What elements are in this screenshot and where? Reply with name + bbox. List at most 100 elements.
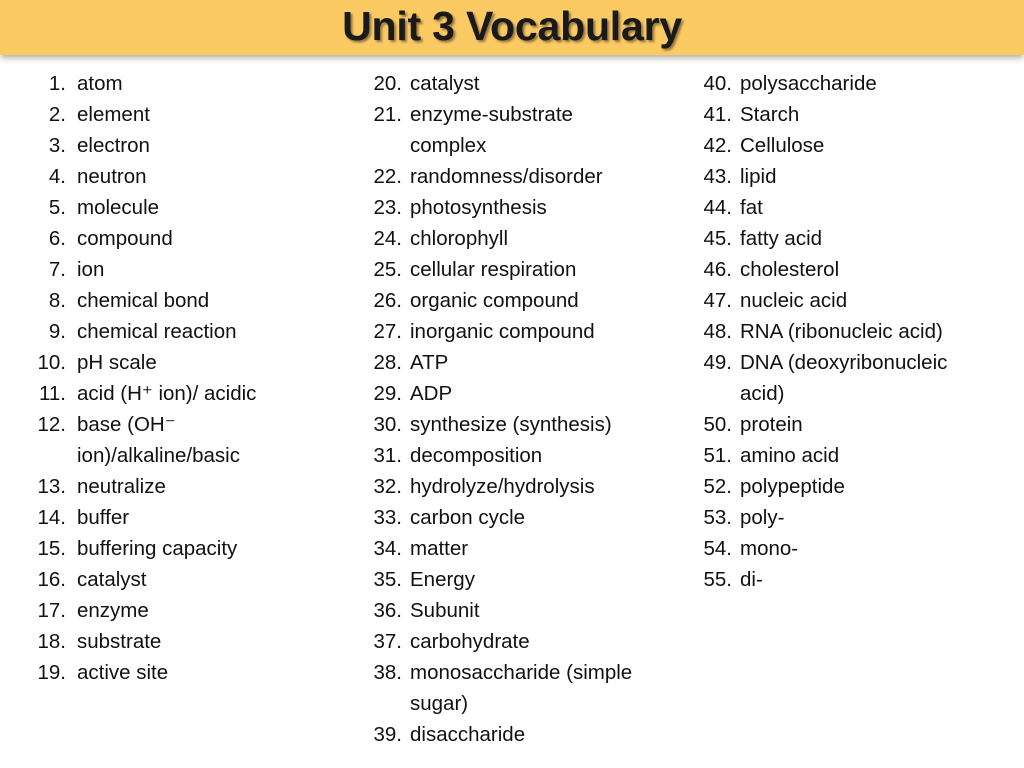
vocabulary-item: 29. ADP: [372, 378, 692, 409]
vocabulary-item-label: polysaccharide: [740, 72, 877, 95]
vocabulary-item-label: compound: [77, 227, 173, 250]
vocabulary-item-number: 27.: [373, 320, 403, 343]
vocabulary-item: 7. ion: [36, 254, 346, 285]
vocabulary-item: 30. synthesize (synthesis): [372, 409, 692, 440]
vocabulary-item-number: 19.: [37, 661, 67, 684]
vocabulary-item-label: ADP: [410, 382, 453, 405]
vocabulary-item: 53. poly-: [702, 502, 1017, 533]
vocabulary-item-label: poly-: [740, 506, 785, 529]
vocabulary-item-number: 47.: [703, 289, 733, 312]
vocabulary-item: 34. matter: [372, 533, 692, 564]
vocabulary-item-number: 42.: [703, 134, 733, 157]
vocabulary-item-number: 25.: [373, 258, 403, 281]
vocabulary-item: 35. Energy: [372, 564, 692, 595]
vocabulary-item-label: fat: [740, 196, 763, 219]
vocabulary-item: 52. polypeptide: [702, 471, 1017, 502]
vocabulary-item: 40. polysaccharide: [702, 68, 1017, 99]
vocabulary-item-number: 37.: [373, 630, 403, 653]
vocabulary-item-number: 36.: [373, 599, 403, 622]
vocabulary-item: 25. cellular respiration: [372, 254, 692, 285]
vocabulary-item-number: 31.: [373, 444, 403, 467]
vocabulary-item-label: buffer: [77, 506, 130, 529]
vocabulary-item-label: ion: [77, 258, 105, 281]
title-banner: Unit 3 Vocabulary: [0, 0, 1024, 55]
vocabulary-item: 36. Subunit: [372, 595, 692, 626]
vocabulary-item-number: 35.: [373, 568, 403, 591]
vocabulary-item: 54. mono-: [702, 533, 1017, 564]
vocabulary-item: 28. ATP: [372, 347, 692, 378]
vocabulary-item: 8. chemical bond: [36, 285, 346, 316]
vocabulary-item-number: 30.: [373, 413, 403, 436]
vocabulary-item-label: atom: [77, 72, 123, 95]
vocabulary-item-number: 6.: [48, 227, 66, 250]
vocabulary-item-number: 41.: [703, 103, 733, 126]
vocabulary-item-label: amino acid: [740, 444, 840, 467]
vocabulary-item: 32. hydrolyze/hydrolysis: [372, 471, 692, 502]
vocabulary-item-number: 48.: [703, 320, 733, 343]
vocabulary-item-number: 20.: [373, 72, 403, 95]
vocabulary-item: 46. cholesterol: [702, 254, 1017, 285]
vocabulary-item-number: 21.: [373, 103, 403, 126]
vocabulary-item-number: 10.: [37, 351, 67, 374]
vocabulary-item: 51. amino acid: [702, 440, 1017, 471]
vocabulary-item-number: 40.: [703, 72, 733, 95]
vocabulary-item-label: nucleic acid: [740, 289, 848, 312]
vocabulary-item-label: molecule: [77, 196, 160, 219]
vocabulary-item-number: 29.: [373, 382, 403, 405]
vocabulary-item-label: Starch: [740, 103, 800, 126]
vocabulary-item: 17. enzyme: [36, 595, 346, 626]
vocabulary-item-label: protein: [740, 413, 803, 436]
vocabulary-item-label: Energy: [410, 568, 475, 591]
vocabulary-item-number: 44.: [703, 196, 733, 219]
vocabulary-item: 10. pH scale: [36, 347, 346, 378]
vocabulary-item: 4. neutron: [36, 161, 346, 192]
vocabulary-item-number: 22.: [373, 165, 403, 188]
vocabulary-columns: 1. atom 2. element 3. electron 4. neutron 5. mole…: [0, 68, 1024, 768]
vocabulary-item-label: carbohydrate: [410, 630, 530, 653]
vocabulary-item-label: decomposition: [410, 444, 543, 467]
vocabulary-item-label: base (OH⁻ ion)/alkaline/basic: [77, 413, 240, 467]
vocabulary-item: 39. disaccharide: [372, 719, 692, 750]
vocabulary-item-number: 1.: [48, 72, 66, 95]
vocabulary-item-number: 9.: [48, 320, 66, 343]
vocabulary-item-label: enzyme-substrate complex: [410, 103, 573, 157]
vocabulary-item-number: 18.: [37, 630, 67, 653]
vocabulary-item: 44. fat: [702, 192, 1017, 223]
vocabulary-item-label: Cellulose: [740, 134, 825, 157]
vocabulary-item: 20. catalyst: [372, 68, 692, 99]
vocabulary-item-number: 23.: [373, 196, 403, 219]
vocabulary-item-number: 28.: [373, 351, 403, 374]
vocabulary-item-label: chemical bond: [77, 289, 210, 312]
vocabulary-item-label: catalyst: [410, 72, 480, 95]
vocabulary-item: 38. monosaccharide (simple sugar): [372, 657, 692, 719]
vocabulary-column-3: 40. polysaccharide 41. Starch 42. Cellulose 43…: [702, 68, 1017, 595]
vocabulary-item: 22. randomness/disorder: [372, 161, 692, 192]
vocabulary-item: 11. acid (H⁺ ion)/ acidic: [36, 378, 346, 409]
vocabulary-item: 50. protein: [702, 409, 1017, 440]
vocabulary-item-label: matter: [410, 537, 469, 560]
vocabulary-item: 48. RNA (ribonucleic acid): [702, 316, 1017, 347]
vocabulary-item: 6. compound: [36, 223, 346, 254]
vocabulary-item: 14. buffer: [36, 502, 346, 533]
vocabulary-item-label: mono-: [740, 537, 799, 560]
vocabulary-item: 12. base (OH⁻ ion)/alkaline/basic: [36, 409, 346, 471]
vocabulary-item-number: 12.: [37, 413, 67, 436]
vocabulary-item-label: carbon cycle: [410, 506, 526, 529]
vocabulary-item: 47. nucleic acid: [702, 285, 1017, 316]
vocabulary-item-number: 17.: [37, 599, 67, 622]
vocabulary-item: 26. organic compound: [372, 285, 692, 316]
vocabulary-item-label: neutron: [77, 165, 147, 188]
vocabulary-item-label: chemical reaction: [77, 320, 237, 343]
vocabulary-item-label: catalyst: [77, 568, 147, 591]
vocabulary-item: 3. electron: [36, 130, 346, 161]
vocabulary-item: 15. buffering capacity: [36, 533, 346, 564]
vocabulary-item-label: hydrolyze/hydrolysis: [410, 475, 595, 498]
vocabulary-item-number: 49.: [703, 351, 733, 374]
vocabulary-item-label: acid (H⁺ ion)/ acidic: [77, 382, 257, 405]
vocabulary-item-label: neutralize: [77, 475, 166, 498]
vocabulary-item: 23. photosynthesis: [372, 192, 692, 223]
vocabulary-item-label: synthesize (synthesis): [410, 413, 612, 436]
vocabulary-item: 49. DNA (deoxyribonucleic acid): [702, 347, 1017, 409]
vocabulary-item-label: active site: [77, 661, 169, 684]
vocabulary-item-number: 43.: [703, 165, 733, 188]
